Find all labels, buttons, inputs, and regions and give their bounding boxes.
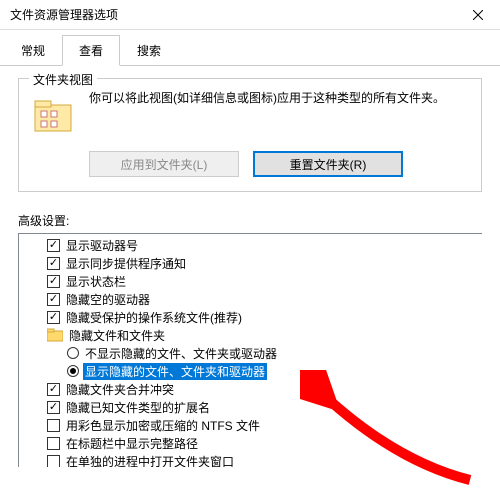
folder-icon [47, 328, 63, 342]
radio[interactable] [67, 347, 79, 359]
folder-views-desc: 你可以将此视图(如详细信息或图标)应用于这种类型的所有文件夹。 [89, 89, 469, 107]
window-title: 文件资源管理器选项 [10, 6, 118, 23]
advanced-settings-label: 高级设置: [18, 212, 482, 229]
checkbox[interactable] [47, 257, 60, 270]
tree-item[interactable]: 隐藏受保护的操作系统文件(推荐) [19, 308, 482, 326]
tab-content: 文件夹视图 你可以将此视图(如详细信息或图标)应用于这种类型的所有文件夹。 应用… [0, 66, 500, 479]
apply-to-folders-button: 应用到文件夹(L) [89, 151, 239, 177]
tree-item-label: 显示状态栏 [64, 273, 128, 290]
tree-item[interactable]: 不显示隐藏的文件、文件夹或驱动器 [19, 344, 482, 362]
radio[interactable] [67, 365, 79, 377]
checkbox[interactable] [47, 401, 60, 414]
folder-views-title: 文件夹视图 [29, 71, 97, 88]
tree-item[interactable]: 在单独的进程中打开文件夹窗口 [19, 452, 482, 467]
tree-item[interactable]: 隐藏已知文件类型的扩展名 [19, 398, 482, 416]
checkbox[interactable] [47, 293, 60, 306]
tree-item-label: 显示同步提供程序通知 [64, 255, 188, 272]
checkbox[interactable] [47, 419, 60, 432]
tree-item-label: 显示驱动器号 [64, 237, 140, 254]
tab-search[interactable]: 搜索 [120, 35, 178, 66]
tree-item-label: 显示隐藏的文件、文件夹和驱动器 [83, 363, 267, 380]
tree-item-label: 隐藏文件和文件夹 [67, 327, 167, 344]
tree-item-label: 用彩色显示加密或压缩的 NTFS 文件 [64, 417, 262, 434]
titlebar: 文件资源管理器选项 [0, 0, 500, 30]
tree-item[interactable]: 在标题栏中显示完整路径 [19, 434, 482, 452]
tree-item-label: 不显示隐藏的文件、文件夹或驱动器 [83, 345, 279, 362]
reset-folders-button[interactable]: 重置文件夹(R) [253, 151, 403, 177]
checkbox[interactable] [47, 239, 60, 252]
tree-item-label: 隐藏受保护的操作系统文件(推荐) [64, 309, 244, 326]
close-button[interactable] [455, 0, 500, 30]
tree-item[interactable]: 隐藏文件和文件夹 [19, 326, 482, 344]
checkbox[interactable] [47, 437, 60, 450]
tree-item[interactable]: 用彩色显示加密或压缩的 NTFS 文件 [19, 416, 482, 434]
tree-item[interactable]: 隐藏空的驱动器 [19, 290, 482, 308]
checkbox[interactable] [47, 275, 60, 288]
tree-item-label: 在单独的进程中打开文件夹窗口 [64, 453, 236, 468]
folder-views-icon [31, 93, 75, 137]
tab-view[interactable]: 查看 [62, 35, 120, 66]
tree-item-label: 在标题栏中显示完整路径 [64, 435, 200, 452]
folder-views-group: 文件夹视图 你可以将此视图(如详细信息或图标)应用于这种类型的所有文件夹。 应用… [18, 78, 482, 192]
tree-item[interactable]: 显示隐藏的文件、文件夹和驱动器 [19, 362, 482, 380]
checkbox[interactable] [47, 383, 60, 396]
close-icon [473, 10, 483, 20]
advanced-settings-tree[interactable]: 显示驱动器号显示同步提供程序通知显示状态栏隐藏空的驱动器隐藏受保护的操作系统文件… [18, 233, 482, 467]
checkbox[interactable] [47, 455, 60, 468]
tab-general[interactable]: 常规 [4, 35, 62, 66]
tree-item[interactable]: 隐藏文件夹合并冲突 [19, 380, 482, 398]
tabs: 常规 查看 搜索 [0, 30, 500, 66]
tree-item[interactable]: 显示同步提供程序通知 [19, 254, 482, 272]
tree-item[interactable]: 显示驱动器号 [19, 236, 482, 254]
tree-item-label: 隐藏空的驱动器 [64, 291, 152, 308]
tree-item-label: 隐藏已知文件类型的扩展名 [64, 399, 212, 416]
checkbox[interactable] [47, 311, 60, 324]
tree-item[interactable]: 显示状态栏 [19, 272, 482, 290]
tree-item-label: 隐藏文件夹合并冲突 [64, 381, 176, 398]
